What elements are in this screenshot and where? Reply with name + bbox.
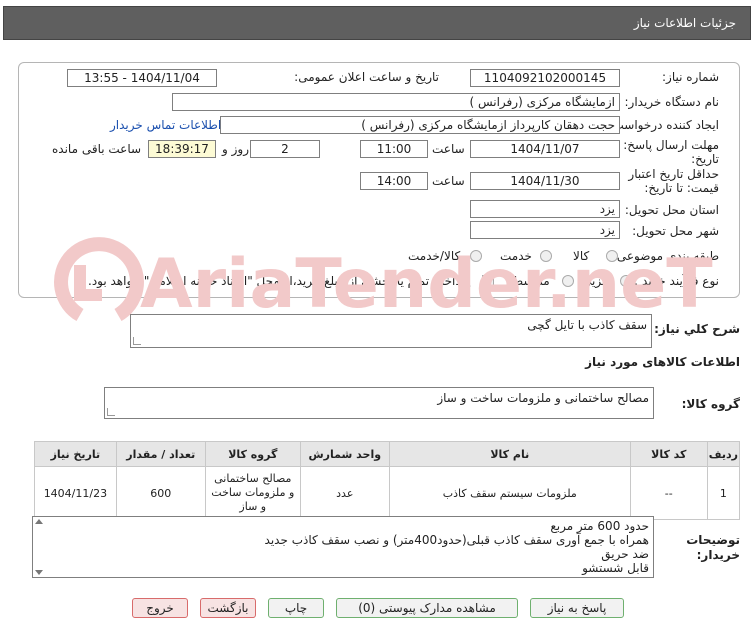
scroll-down-icon[interactable]	[35, 570, 43, 575]
attachments-button[interactable]: مشاهده مدارک پیوستی (0)	[336, 598, 518, 618]
cell-code: --	[629, 466, 708, 520]
cell-name: ملزومات سیستم سقف کاذب	[388, 466, 631, 520]
goods-group-text: مصالح ساختمانی و ملزومات ساخت و ساز	[437, 391, 649, 405]
announce-field[interactable]: 1404/11/04 - 13:55	[67, 69, 217, 87]
col-header-unit: واحد شمارش	[299, 441, 390, 467]
col-header-name: نام کالا	[388, 441, 631, 467]
print-button[interactable]: چاپ	[268, 598, 324, 618]
page-title: جزئیات اطلاعات نیاز	[633, 16, 736, 30]
buyer-org-field[interactable]: ازمایشگاه مرکزی (رفرانس )	[172, 93, 620, 111]
validity-time-label: ساعت	[432, 174, 465, 188]
remaining-time-label: ساعت باقی مانده	[52, 142, 142, 156]
buyer-org-label: نام دستگاه خریدار:	[624, 95, 720, 109]
col-header-code: کد کالا	[629, 441, 708, 467]
deadline-label: مهلت ارسال پاسخ: تا	[612, 138, 719, 152]
col-header-quantity: تعداد / مقدار	[115, 441, 206, 467]
validity-label-date: قیمت: تا تاریخ:	[644, 181, 719, 195]
buyer-notes-textarea[interactable]: حدود 600 متر مربع همراه با جمع آوری سقف …	[32, 516, 654, 578]
city-field[interactable]: یزد	[470, 221, 620, 239]
col-header-row-number: ردیف	[706, 441, 741, 467]
deadline-time-label: ساعت	[432, 142, 465, 156]
payment-note: پرداخت تمام یا بخشی از مبلغ خرید،از محل …	[88, 274, 471, 288]
buyer-note-line: ضد حریق	[601, 547, 649, 561]
announce-label: تاریخ و ساعت اعلان عمومی:	[294, 70, 439, 84]
cell-quantity: 600	[115, 466, 206, 520]
days-label: روز و	[222, 142, 249, 156]
deadline-time-field[interactable]: 11:00	[360, 140, 428, 158]
exit-button[interactable]: خروج	[132, 598, 188, 618]
buyer-note-line: همراه با جمع آوری سقف کاذب قبلی(حدود400م…	[264, 533, 649, 547]
buyer-note-line: حدود 600 متر مربع	[550, 519, 649, 533]
need-number-field[interactable]: 1104092102000145	[470, 69, 620, 87]
validity-time-field[interactable]: 14:00	[360, 172, 428, 190]
scroll-up-icon[interactable]	[35, 519, 43, 524]
cell-row-number: 1	[706, 466, 741, 520]
goods-group-label: گروه کالا:	[681, 397, 740, 411]
need-number-label: شماره نیاز:	[662, 70, 719, 84]
process-option-minor: جزیی	[582, 274, 610, 288]
goods-group-textarea[interactable]: مصالح ساختمانی و ملزومات ساخت و ساز	[104, 387, 654, 419]
creator-label: ایجاد کننده درخواست:	[608, 118, 719, 132]
treasury-checkbox[interactable]	[482, 275, 494, 287]
deadline-date-field[interactable]: 1404/11/07	[470, 140, 620, 158]
back-button[interactable]: بازگشت	[200, 598, 256, 618]
resize-grip-icon[interactable]	[107, 408, 115, 416]
city-label: شهر محل تحویل:	[632, 224, 719, 238]
goods-info-title: اطلاعات کالاهای مورد نیاز	[585, 355, 740, 369]
buyer-contact-link[interactable]: اطلاعات تماس خریدار	[110, 118, 221, 132]
table-header-row: ردیف کد کالا نام کالا واحد شمارش گروه کا…	[34, 441, 741, 467]
summary-text: سقف کاذب با تایل گچی	[527, 318, 647, 332]
category-radio-service[interactable]	[540, 250, 552, 262]
resize-grip-icon[interactable]	[133, 337, 141, 345]
category-option-both: کالا/خدمت	[408, 249, 461, 263]
remaining-time-field: 18:39:17	[148, 140, 216, 158]
table-row[interactable]: 1 -- ملزومات سیستم سقف کاذب عدد مصالح سا…	[34, 466, 741, 520]
items-table: ردیف کد کالا نام کالا واحد شمارش گروه کا…	[34, 441, 741, 520]
summary-textarea[interactable]: سقف کاذب با تایل گچی	[130, 314, 652, 348]
summary-label: شرح کلي نياز:	[654, 322, 740, 336]
buyer-notes-label-2: خریدار:	[696, 548, 740, 562]
days-field[interactable]: 2	[250, 140, 320, 158]
cell-unit: عدد	[299, 466, 390, 520]
page-title-bar: جزئیات اطلاعات نیاز	[3, 6, 751, 40]
province-field[interactable]: یزد	[470, 200, 620, 218]
process-radio-medium[interactable]	[562, 275, 574, 287]
cell-group: مصالح ساختمانی و ملزومات ساخت و ساز	[204, 466, 301, 520]
process-option-medium: متوسط	[512, 274, 550, 288]
category-label: طبقه بندی موضوعی:	[612, 249, 719, 263]
cell-need-date: 1404/11/23	[34, 466, 117, 520]
creator-field[interactable]: حجت دهقان کارپرداز ازمایشگاه مرکزی (رفرا…	[220, 116, 620, 134]
buyer-note-line: قابل شستشو	[582, 561, 649, 575]
validity-date-field[interactable]: 1404/11/30	[470, 172, 620, 190]
province-label: استان محل تحویل:	[624, 203, 719, 217]
process-radio-minor[interactable]	[620, 275, 632, 287]
category-option-goods: کالا	[573, 249, 590, 263]
col-header-group: گروه کالا	[204, 441, 301, 467]
category-radio-goods[interactable]	[606, 250, 618, 262]
process-label: نوع فرآیند خرید :	[634, 274, 719, 288]
buyer-notes-label: توضیحات	[686, 533, 740, 547]
validity-label: حداقل تاریخ اعتبار	[628, 167, 719, 181]
category-radio-both[interactable]	[470, 250, 482, 262]
col-header-need-date: تاریخ نیاز	[34, 441, 117, 467]
deadline-label-date: تاریخ:	[691, 152, 719, 166]
reply-button[interactable]: پاسخ به نیاز	[530, 598, 624, 618]
category-option-service: خدمت	[500, 249, 532, 263]
